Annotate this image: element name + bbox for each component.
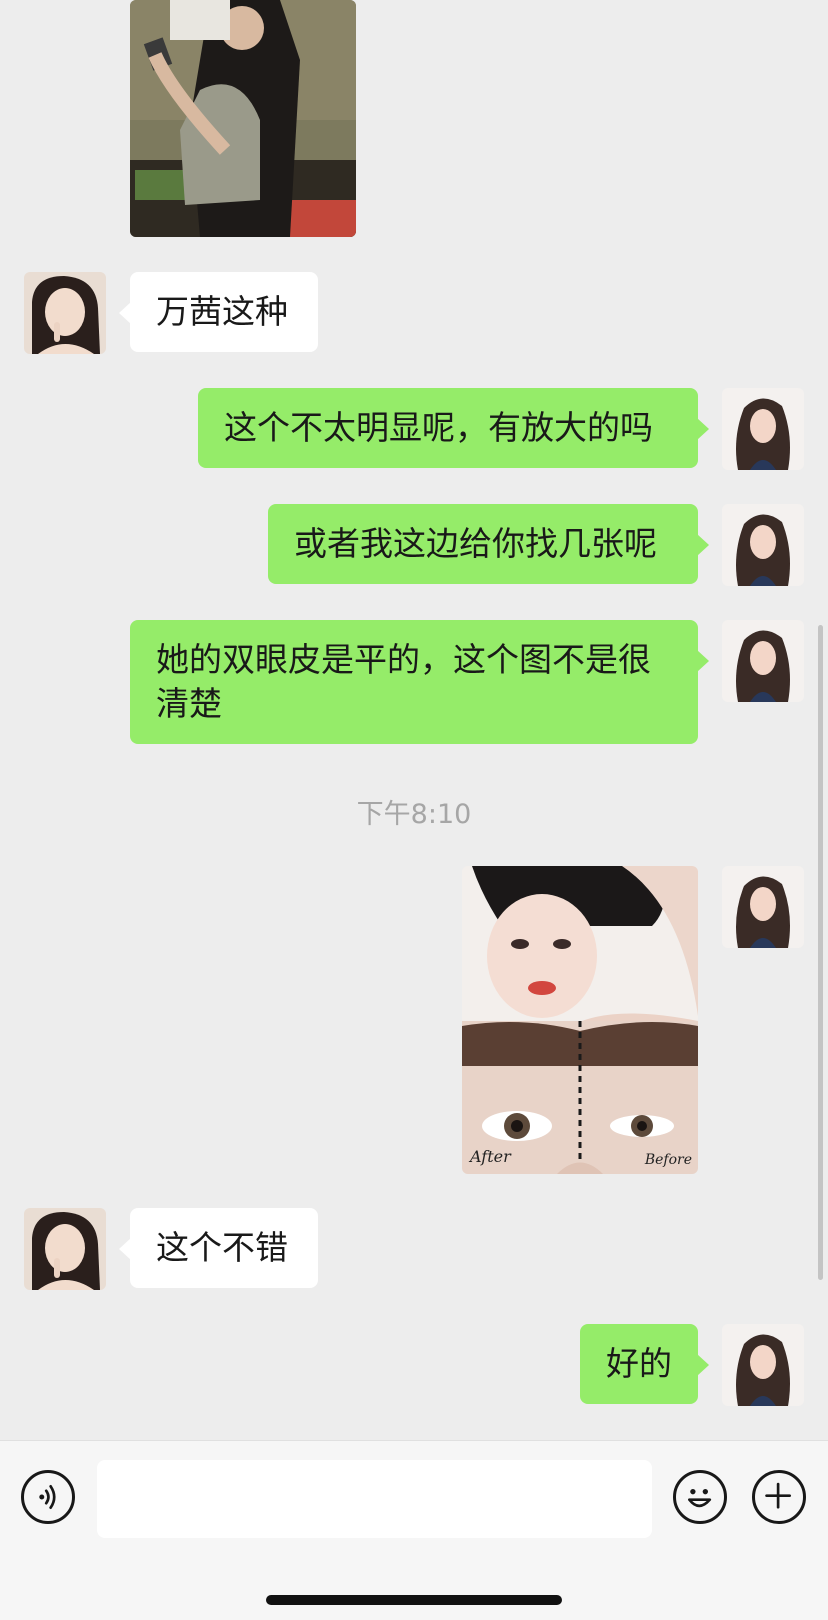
voice-input-button[interactable] [21,1470,75,1524]
my-avatar[interactable] [722,1324,804,1406]
plus-icon [765,1482,791,1509]
message-bubble-sent[interactable]: 好的 [580,1324,709,1404]
chat-scrollbar[interactable] [818,625,823,1280]
chat-screen: 万茜这种 这个不太明显呢，有放大的吗 或者我这边给你找几张呢 她的双眼皮是平的，… [0,0,828,1620]
home-indicator[interactable] [266,1595,562,1605]
message-bubble-sent[interactable]: 这个不太明显呢，有放大的吗 [198,388,709,468]
more-options-button[interactable] [752,1470,806,1524]
contact-avatar[interactable] [24,1208,106,1290]
message-bubble-sent[interactable]: 她的双眼皮是平的，这个图不是很清楚 [130,620,709,744]
my-avatar[interactable] [722,388,804,470]
emoji-icon [688,1489,712,1508]
message-bubble-received[interactable]: 这个不错 [119,1208,318,1288]
sent-photo-eye-comparison[interactable]: After Before [462,866,698,1174]
before-label: Before [644,1152,692,1168]
after-label: After [470,1147,511,1166]
message-input[interactable] [97,1460,652,1538]
my-avatar[interactable] [722,504,804,586]
message-bubble-sent[interactable]: 或者我这边给你找几张呢 [268,504,709,584]
my-avatar[interactable] [722,620,804,702]
message-bubble-received[interactable]: 万茜这种 [119,272,318,352]
my-avatar[interactable] [722,866,804,948]
message-timestamp: 下午8:10 [356,799,472,830]
voice-icon [39,1485,56,1509]
chat-input-bar [0,1440,828,1620]
received-photo-girl-phone[interactable] [130,0,356,237]
contact-avatar[interactable] [24,272,106,354]
emoji-button[interactable] [673,1470,727,1524]
